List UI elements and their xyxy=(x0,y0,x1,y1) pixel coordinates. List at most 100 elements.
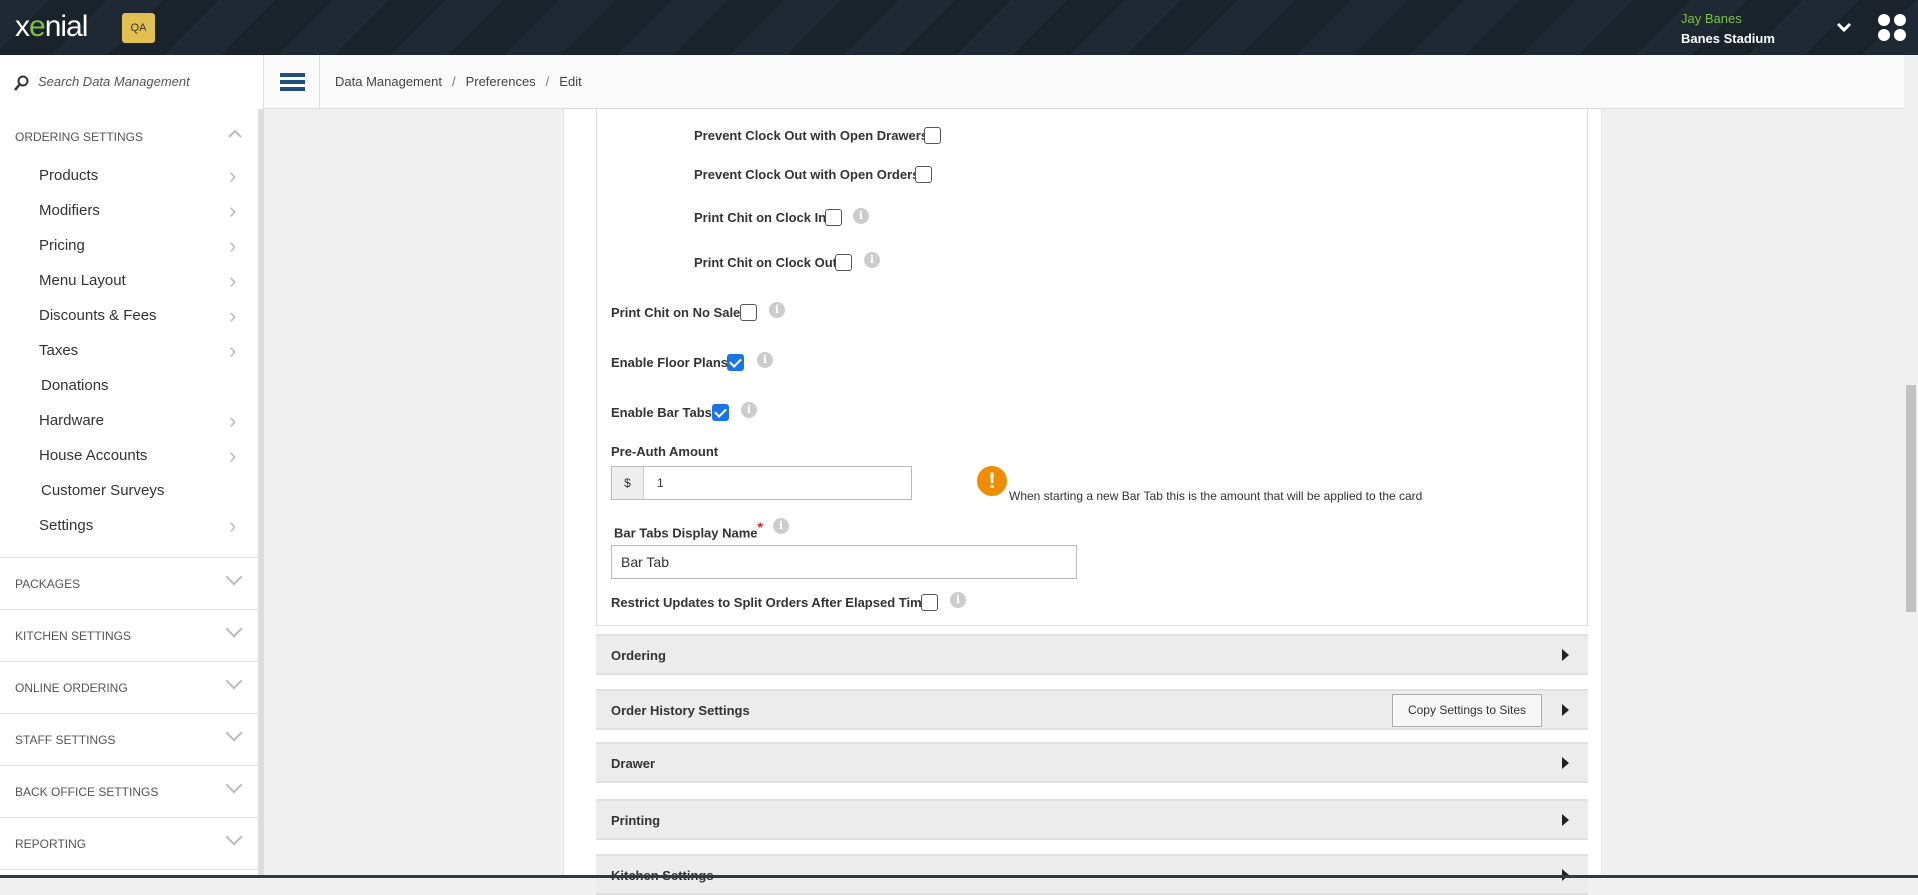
chit-clock-in-checkbox[interactable] xyxy=(825,209,842,226)
info-icon[interactable]: i xyxy=(950,592,966,608)
chevron-down-icon[interactable] xyxy=(225,828,243,846)
sidebar-divider xyxy=(0,713,258,714)
search-input[interactable]: Search Data Management xyxy=(0,55,264,109)
page-scrollbar-thumb[interactable] xyxy=(1906,385,1916,612)
currency-prefix: $ xyxy=(612,467,644,499)
search-icon xyxy=(14,75,29,91)
floor-plans-label: Enable Floor Plans xyxy=(611,355,729,370)
sidebar-item[interactable]: Donations xyxy=(41,377,109,394)
copy-settings-button[interactable]: Copy Settings to Sites xyxy=(1392,694,1542,727)
sidebar: ORDERING SETTINGS Products › Modifiers › Pri… xyxy=(0,109,258,878)
info-icon[interactable]: i xyxy=(769,302,785,318)
info-icon[interactable]: i xyxy=(773,518,789,534)
sidebar-item[interactable]: Discounts & Fees xyxy=(39,307,157,324)
chevron-down-icon[interactable] xyxy=(225,724,243,742)
chit-no-sale-label: Print Chit on No Sale xyxy=(611,305,741,320)
preauth-value: 1 xyxy=(657,476,664,490)
display-name-value: Bar Tab xyxy=(621,554,669,570)
section-ordering[interactable]: Ordering xyxy=(596,634,1588,675)
hamburger-menu-icon[interactable] xyxy=(264,55,320,109)
section-title: Ordering xyxy=(611,648,666,663)
sidebar-section[interactable]: PACKAGES xyxy=(15,577,80,591)
sidebar-item[interactable]: Products xyxy=(39,167,98,184)
warning-icon: ! xyxy=(977,466,1007,496)
site-name[interactable]: Banes Stadium xyxy=(1681,31,1775,46)
caret-right-icon xyxy=(1562,649,1569,661)
chit-clock-out-checkbox[interactable] xyxy=(835,254,852,271)
section-printing[interactable]: Printing xyxy=(596,799,1588,840)
section-title: Order History Settings xyxy=(611,703,750,718)
chevron-right-icon: › xyxy=(229,443,237,468)
sidebar-section[interactable]: ONLINE ORDERING xyxy=(15,681,128,695)
display-name-input[interactable]: Bar Tab xyxy=(611,545,1077,579)
sidebar-divider xyxy=(0,661,258,662)
sidebar-scrollbar[interactable] xyxy=(258,109,264,878)
chevron-right-icon: › xyxy=(229,163,237,188)
sidebar-item[interactable]: Customer Surveys xyxy=(41,482,164,499)
chevron-right-icon: › xyxy=(229,513,237,538)
sidebar-item[interactable]: Settings xyxy=(39,517,93,534)
chevron-down-icon[interactable] xyxy=(225,568,243,586)
chevron-down-icon[interactable] xyxy=(225,672,243,690)
xenial-logo[interactable]: xenial xyxy=(15,10,88,44)
preauth-hint: When starting a new Bar Tab this is the … xyxy=(1009,489,1423,503)
chit-no-sale-checkbox[interactable] xyxy=(740,304,757,321)
caret-right-icon xyxy=(1562,757,1569,769)
sidebar-section[interactable]: STAFF SETTINGS xyxy=(15,733,115,747)
chevron-down-icon[interactable] xyxy=(225,776,243,794)
sidebar-item[interactable]: Taxes xyxy=(39,342,78,359)
chevron-right-icon: › xyxy=(229,268,237,293)
sidebar-divider xyxy=(0,869,258,870)
sidebar-section[interactable]: KITCHEN SETTINGS xyxy=(15,629,131,643)
chevron-up-icon[interactable] xyxy=(228,129,242,139)
logo-text: x xyxy=(15,10,30,43)
sidebar-item[interactable]: Menu Layout xyxy=(39,272,126,289)
required-asterisk: * xyxy=(757,519,763,535)
prevent-drawers-label: Prevent Clock Out with Open Drawers xyxy=(694,128,929,143)
preauth-input[interactable]: $ 1 xyxy=(611,466,912,500)
display-name-label: Bar Tabs Display Name* xyxy=(614,519,763,540)
floor-plans-checkbox[interactable] xyxy=(727,354,744,371)
apps-grid-icon[interactable] xyxy=(1878,14,1908,42)
breadcrumb-data-management[interactable]: Data Management xyxy=(335,74,442,89)
restrict-split-label: Restrict Updates to Split Orders After E… xyxy=(611,595,929,610)
sidebar-section[interactable]: REPORTING xyxy=(15,837,86,851)
caret-right-icon xyxy=(1562,814,1569,826)
restrict-split-checkbox[interactable] xyxy=(921,594,938,611)
section-title: Printing xyxy=(611,813,661,828)
chevron-down-icon[interactable] xyxy=(225,620,243,638)
sidebar-divider xyxy=(0,609,258,610)
section-title: Drawer xyxy=(611,756,656,771)
chevron-right-icon: › xyxy=(229,303,237,328)
sidebar-divider xyxy=(0,557,258,558)
sidebar-item[interactable]: Hardware xyxy=(39,412,104,429)
sidebar-divider xyxy=(0,817,258,818)
top-header xyxy=(0,0,1918,55)
preauth-label: Pre-Auth Amount xyxy=(611,444,719,459)
breadcrumb-preferences[interactable]: Preferences xyxy=(466,74,536,89)
chit-clock-in-label: Print Chit on Clock In xyxy=(694,210,827,225)
info-icon[interactable]: i xyxy=(757,352,773,368)
prevent-drawers-checkbox[interactable] xyxy=(924,127,941,144)
section-drawer[interactable]: Drawer xyxy=(596,742,1588,783)
sidebar-item[interactable]: Modifiers xyxy=(39,202,100,219)
sidebar-divider xyxy=(0,765,258,766)
preferences-form: Prevent Clock Out with Open Drawers Prev… xyxy=(596,109,1588,626)
info-icon[interactable]: i xyxy=(864,252,880,268)
sidebar-section-ordering-settings[interactable]: ORDERING SETTINGS xyxy=(15,130,143,144)
bar-tabs-checkbox[interactable] xyxy=(712,404,729,421)
sidebar-item[interactable]: Pricing xyxy=(39,237,85,254)
chevron-right-icon: › xyxy=(229,198,237,223)
info-icon[interactable]: i xyxy=(853,208,869,224)
bar-tabs-label: Enable Bar Tabs xyxy=(611,405,712,420)
breadcrumb: Data Management / Preferences / Edit xyxy=(335,74,582,89)
sidebar-section[interactable]: BACK OFFICE SETTINGS xyxy=(15,785,158,799)
prevent-orders-label: Prevent Clock Out with Open Orders xyxy=(694,167,920,182)
sidebar-item[interactable]: House Accounts xyxy=(39,447,147,464)
chevron-right-icon: › xyxy=(229,338,237,363)
info-icon[interactable]: i xyxy=(741,402,757,418)
prevent-orders-checkbox[interactable] xyxy=(915,166,932,183)
logo-accent: e xyxy=(29,10,46,43)
chevron-down-icon[interactable] xyxy=(1834,18,1854,36)
user-name[interactable]: Jay Banes xyxy=(1681,11,1742,26)
